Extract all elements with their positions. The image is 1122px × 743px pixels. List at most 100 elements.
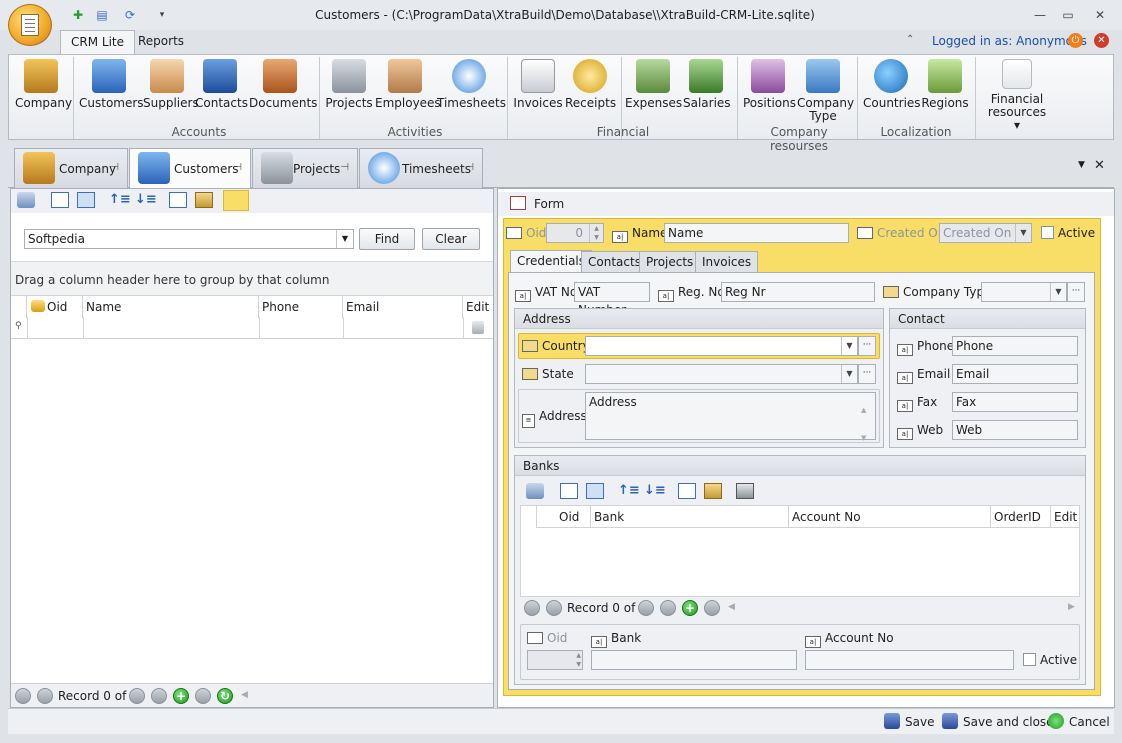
doc-tab-customers[interactable]: Customers ⊣: [129, 148, 251, 189]
close-tab-icon[interactable]: ✕: [1094, 158, 1105, 173]
column-name[interactable]: Name: [83, 296, 259, 318]
dropdown-icon[interactable]: ▼: [1015, 224, 1031, 242]
refresh-icon[interactable]: ⟳: [122, 7, 138, 23]
address-scrollbar[interactable]: ▲ ▼: [861, 396, 866, 452]
doc-tab-timesheets[interactable]: Timesheets ⊣: [359, 148, 483, 188]
find-button[interactable]: Find: [359, 228, 415, 250]
copy-icon[interactable]: [169, 192, 187, 208]
contacts-button[interactable]: Contacts: [195, 59, 248, 110]
pin-icon[interactable]: ⊣: [110, 162, 119, 173]
projects-button[interactable]: Projects: [325, 59, 373, 110]
last-record-icon[interactable]: [151, 688, 167, 704]
tab-contacts[interactable]: Contacts: [581, 251, 648, 273]
invoices-button[interactable]: Invoices: [513, 59, 563, 110]
phone-field[interactable]: Phone: [952, 336, 1078, 356]
web-field[interactable]: Web: [952, 420, 1078, 440]
tab-crm-lite[interactable]: CRM Lite: [60, 30, 135, 55]
bank-active-checkbox[interactable]: Active: [1023, 650, 1077, 670]
positions-button[interactable]: Positions: [743, 59, 796, 110]
first-record-icon[interactable]: [15, 688, 31, 704]
sort-ascending-icon[interactable]: ↑≡: [109, 192, 131, 208]
pin-icon[interactable]: ⊣: [233, 162, 242, 173]
suppliers-button[interactable]: Suppliers: [143, 59, 199, 110]
scroll-left-icon[interactable]: ◀: [241, 690, 248, 700]
state-more-button[interactable]: ···: [858, 364, 876, 384]
close-button[interactable]: ✕: [1090, 6, 1110, 24]
tab-projects[interactable]: Projects: [639, 251, 701, 273]
fax-field[interactable]: Fax: [952, 392, 1078, 412]
new-icon[interactable]: ✚: [70, 7, 86, 23]
print-icon[interactable]: [223, 190, 249, 211]
scroll-left-icon[interactable]: ◀: [728, 602, 735, 612]
customize-quick-access-icon[interactable]: ▾: [154, 7, 170, 23]
sort-descending-icon[interactable]: ↓≡: [644, 483, 666, 499]
active-checkbox[interactable]: Active: [1041, 223, 1095, 243]
company-type-field[interactable]: ▼: [981, 282, 1067, 302]
pin-icon[interactable]: ⊣: [340, 162, 349, 173]
doc-tab-company[interactable]: Company ⊣: [14, 148, 128, 188]
company-type-more-button[interactable]: ···: [1067, 282, 1085, 302]
state-field[interactable]: ▼: [585, 364, 858, 384]
reg-field[interactable]: Reg Nr: [721, 282, 875, 302]
company-button[interactable]: Company: [15, 59, 72, 110]
maximize-button[interactable]: ▭: [1058, 6, 1078, 24]
logged-in-label[interactable]: Logged in as: Anonymous: [932, 34, 1087, 48]
oid-spin-icon[interactable]: ▲ ▼: [589, 224, 603, 242]
country-more-button[interactable]: ···: [858, 336, 876, 356]
tab-list-dropdown-icon[interactable]: ▼: [1078, 160, 1085, 170]
bank-field[interactable]: [591, 650, 797, 670]
clear-button[interactable]: Clear: [422, 228, 480, 250]
tab-invoices[interactable]: Invoices: [695, 251, 759, 273]
regions-button[interactable]: Regions: [921, 59, 969, 110]
spin-icon[interactable]: ▲ ▼: [576, 651, 581, 669]
prev-record-icon[interactable]: [546, 600, 562, 616]
settings-icon[interactable]: [17, 192, 35, 208]
pin-icon[interactable]: ⊣: [465, 162, 474, 173]
grid-view-icon[interactable]: [560, 483, 578, 499]
next-record-icon[interactable]: [638, 600, 654, 616]
paste-icon[interactable]: [704, 483, 722, 499]
bank-column-oid[interactable]: Oid: [537, 506, 591, 528]
country-field[interactable]: ▼: [585, 336, 858, 356]
last-record-icon[interactable]: [660, 600, 676, 616]
card-view-icon[interactable]: [586, 483, 604, 499]
paste-icon[interactable]: [195, 192, 213, 208]
salaries-button[interactable]: Salaries: [683, 59, 731, 110]
timesheets-button[interactable]: Timesheets: [437, 59, 506, 110]
exit-icon[interactable]: ✕: [1094, 33, 1109, 48]
vat-field[interactable]: VAT Number: [574, 282, 650, 317]
name-field[interactable]: Name: [664, 223, 849, 243]
collapse-ribbon-icon[interactable]: ⌃: [906, 34, 914, 45]
countries-button[interactable]: Countries: [863, 59, 921, 110]
cancel-button[interactable]: Cancel: [1048, 713, 1110, 730]
documents-button[interactable]: Documents: [249, 59, 317, 110]
scroll-right-icon[interactable]: ▶: [1068, 602, 1075, 612]
created-on-field[interactable]: Created On ▼: [939, 223, 1032, 243]
dropdown-icon[interactable]: ▼: [841, 337, 857, 355]
bank-oid-field[interactable]: ▲ ▼: [527, 650, 583, 670]
customers-button[interactable]: Customers: [79, 59, 144, 110]
first-record-icon[interactable]: [524, 600, 540, 616]
minimize-button[interactable]: —: [1030, 6, 1050, 24]
delete-record-icon[interactable]: [704, 600, 720, 616]
dropdown-icon[interactable]: ▼: [841, 365, 857, 383]
delete-record-icon[interactable]: [195, 688, 211, 704]
power-icon[interactable]: ⏻: [1068, 33, 1083, 48]
company-type-button[interactable]: Company Type: [797, 59, 854, 123]
tab-credentials[interactable]: Credentials: [510, 250, 593, 274]
print-icon[interactable]: [736, 483, 754, 499]
card-view-icon[interactable]: [77, 192, 95, 208]
email-field[interactable]: Email: [952, 364, 1078, 384]
expenses-button[interactable]: Expenses: [625, 59, 682, 110]
column-edit[interactable]: Edit: [463, 296, 493, 318]
copy-icon[interactable]: [678, 483, 696, 499]
bank-column-account[interactable]: Account No: [789, 506, 991, 528]
add-record-icon[interactable]: +: [173, 688, 189, 704]
search-input[interactable]: Softpedia: [24, 229, 354, 249]
account-no-field[interactable]: [805, 650, 1014, 670]
search-dropdown-icon[interactable]: ▼: [336, 230, 353, 248]
column-phone[interactable]: Phone: [259, 296, 343, 318]
tab-reports[interactable]: Reports: [128, 30, 194, 54]
column-email[interactable]: Email: [343, 296, 463, 318]
filter-row[interactable]: ⚲: [11, 317, 493, 339]
